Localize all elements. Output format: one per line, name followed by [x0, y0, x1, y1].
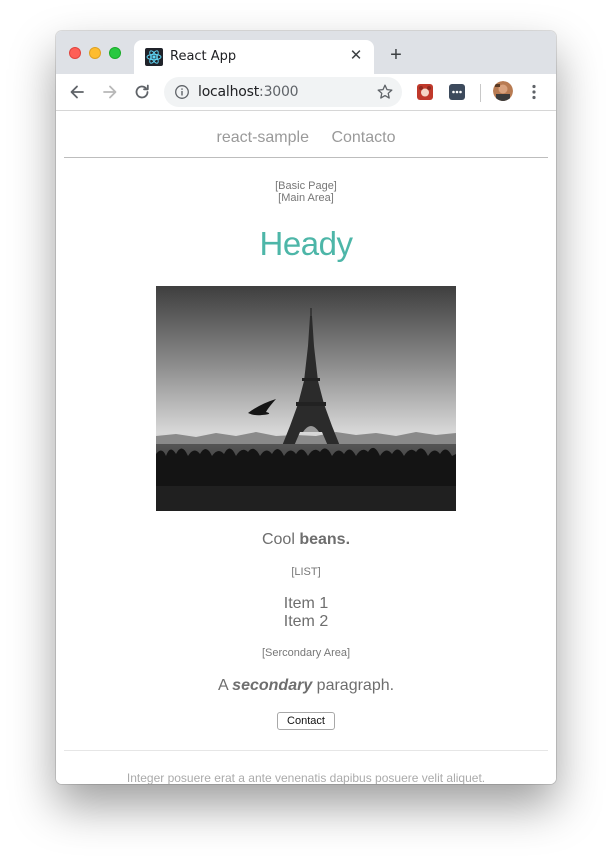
para-emphasis: secondary: [232, 677, 313, 694]
list-item: Item 1: [283, 595, 329, 612]
cool-bold-text: beans.: [299, 531, 351, 548]
close-window-button[interactable]: [69, 47, 81, 59]
title-bar: React App ✕ +: [56, 31, 556, 74]
tab-title: React App: [170, 49, 237, 64]
url-port: :3000: [259, 84, 299, 100]
minimize-window-button[interactable]: [89, 47, 101, 59]
url-host: localhost: [198, 84, 260, 100]
web-page: react-sample Contacto [Basic Page] [Main…: [56, 111, 556, 784]
nav-link-react-sample[interactable]: react-sample: [217, 129, 309, 146]
browser-window: React App ✕ + localhost:3000 react-sampl…: [56, 31, 556, 784]
nav-divider: [64, 157, 548, 158]
profile-avatar[interactable]: [493, 81, 513, 101]
footer-divider: [64, 750, 548, 751]
extension-dots-icon[interactable]: [449, 84, 465, 100]
new-tab-icon[interactable]: +: [386, 45, 406, 65]
star-icon[interactable]: [376, 83, 394, 101]
browser-toolbar: localhost:3000: [56, 74, 556, 111]
footer-text: Integer posuere erat a ante venenatis da…: [126, 771, 486, 784]
site-nav: react-sample Contacto: [56, 129, 556, 147]
para-prefix: A: [217, 677, 233, 694]
main-area-label: [Main Area]: [278, 192, 334, 204]
address-bar[interactable]: localhost:3000: [164, 77, 402, 107]
info-icon[interactable]: [174, 84, 190, 100]
cool-text: Cool: [261, 531, 300, 548]
arrow-right-icon[interactable]: [100, 82, 120, 102]
cool-beans-text: Cool beans.: [56, 531, 556, 549]
arrow-left-icon[interactable]: [67, 82, 87, 102]
page-heading: Heady: [259, 225, 353, 262]
kebab-menu-icon[interactable]: [526, 82, 542, 102]
zoom-window-button[interactable]: [109, 47, 121, 59]
close-tab-icon[interactable]: ✕: [347, 47, 365, 65]
contact-button[interactable]: Contact: [277, 712, 335, 730]
extension-icon[interactable]: [417, 84, 433, 100]
list-item: Item 2: [283, 613, 329, 630]
secondary-area-label: [Sercondary Area]: [261, 647, 351, 659]
toolbar-separator: [480, 84, 481, 102]
nav-link-contacto[interactable]: Contacto: [331, 129, 395, 146]
eiffel-tower-photo: [156, 286, 456, 511]
secondary-paragraph: A secondary paragraph.: [56, 677, 556, 695]
react-favicon-icon: [145, 48, 163, 66]
list-label: [LIST]: [291, 566, 321, 578]
reload-icon[interactable]: [132, 82, 152, 102]
para-suffix: paragraph.: [312, 677, 395, 694]
browser-tab[interactable]: React App ✕: [134, 40, 374, 74]
url-text: localhost:3000: [198, 84, 299, 100]
